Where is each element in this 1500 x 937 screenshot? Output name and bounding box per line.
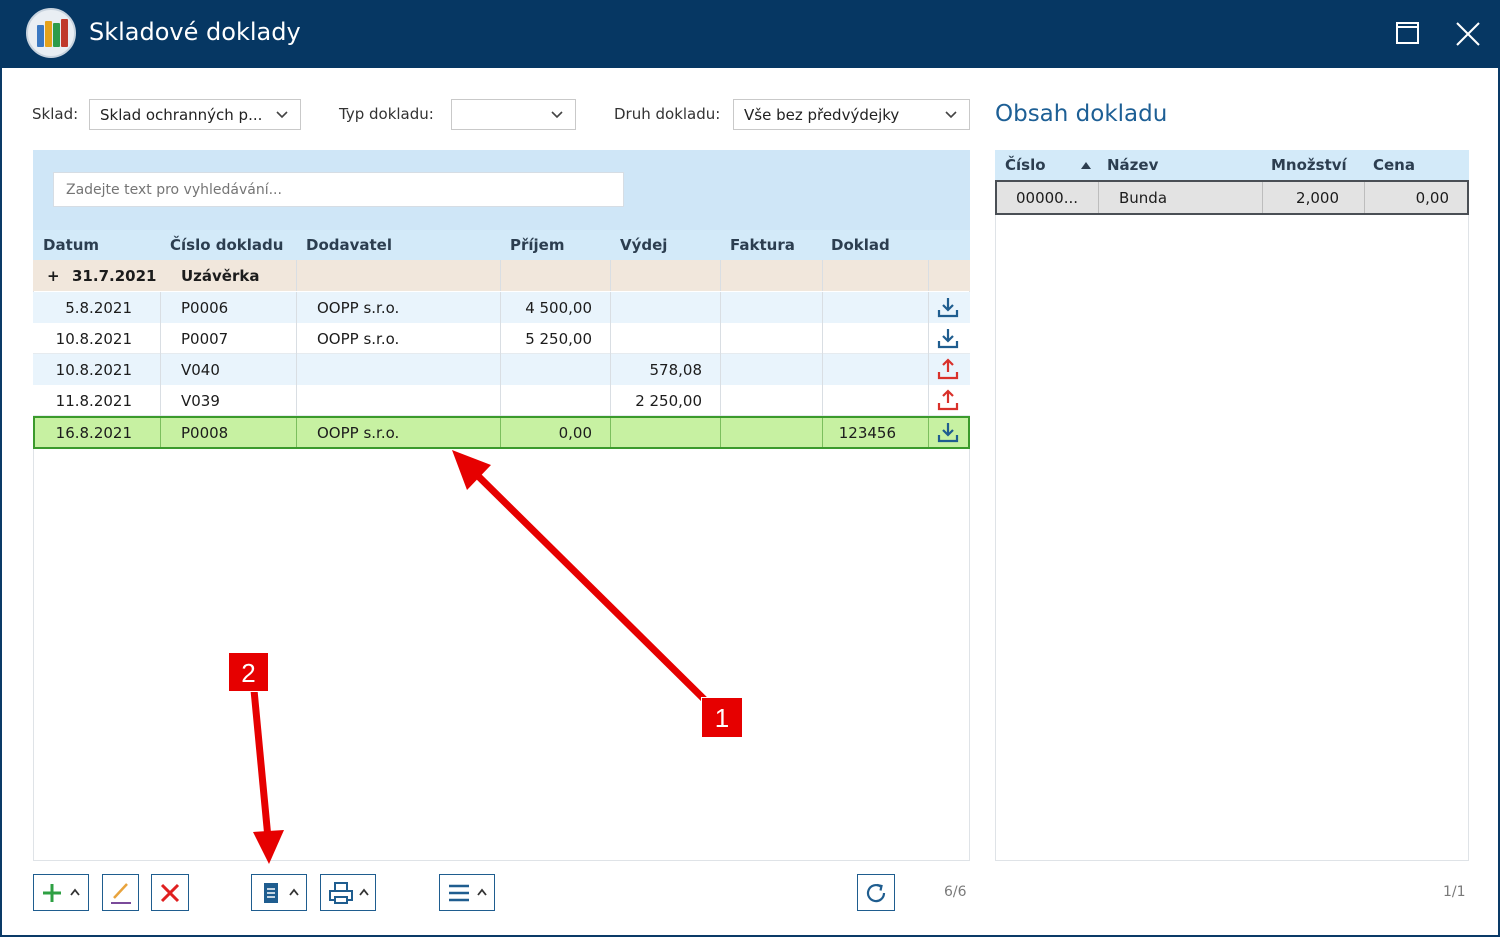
col-cislo-dokladu[interactable]: Číslo dokladu [170,236,283,254]
cell-prijem: 0,00 [558,424,592,442]
cell-datum: 10.8.2021 [55,361,132,379]
cell-mnozstvi: 2,000 [1296,189,1339,207]
cell-datum: 11.8.2021 [55,392,132,410]
maximize-icon[interactable] [1388,14,1428,54]
cell-dodavatel: OOPP s.r.o. [317,424,400,442]
druh-dokladu-value: Vše bez předvýdejky [744,106,900,124]
annotation-badge-1: 1 [701,697,743,738]
app-logo-icon [26,8,76,58]
cell-vydej: 2 250,00 [635,392,702,410]
typ-dokladu-select[interactable] [451,99,576,130]
table-row-selected[interactable]: 16.8.2021 P0008 OOPP s.r.o. 0,00 123456 [33,416,970,449]
typ-dokladu-label: Typ dokladu: [339,105,434,123]
cell-datum: 5.8.2021 [65,299,132,317]
title-bar: Skladové doklady [0,0,1500,68]
group-date: 31.7.2021 [72,267,157,285]
expand-toggle[interactable]: + [47,267,60,285]
col-datum[interactable]: Datum [43,236,99,254]
table-row[interactable]: 5.8.2021 P0006 OOPP s.r.o. 4 500,00 [33,292,970,323]
annotation-badge-2: 2 [228,652,269,692]
print-icon [329,882,353,904]
cell-cislo: P0008 [181,424,229,442]
sort-asc-icon [1081,162,1091,169]
delete-button[interactable] [151,874,189,911]
refresh-button[interactable] [857,874,895,911]
add-icon [43,884,61,902]
col-doklad[interactable]: Doklad [831,236,890,254]
druh-dokladu-label: Druh dokladu: [614,105,721,123]
chevron-down-icon [945,111,957,119]
window-title: Skladové doklady [89,18,301,46]
cell-dodavatel: OOPP s.r.o. [317,299,400,317]
close-icon[interactable] [1448,14,1488,54]
menu-button[interactable] [439,874,495,911]
menu-icon [449,884,469,902]
add-button[interactable] [33,874,89,911]
cell-cena: 0,00 [1415,189,1449,207]
chevron-down-icon [276,111,288,119]
cell-nazev: Bunda [1119,189,1168,207]
documents-grid-header: Datum Číslo dokladu Dodavatel Příjem Výd… [33,230,970,260]
edit-button[interactable] [102,874,139,911]
upload-icon[interactable] [936,388,960,412]
contents-title: Obsah dokladu [995,101,1168,127]
cell-cislo: P0007 [181,330,229,348]
cell-prijem: 5 250,00 [525,330,592,348]
document-button[interactable] [251,874,307,911]
cell-datum: 10.8.2021 [55,330,132,348]
cell-prijem: 4 500,00 [525,299,592,317]
caret-up-icon [70,888,80,896]
contents-counter: 1/1 [1443,884,1466,900]
caret-up-icon [289,888,299,896]
col-mnozstvi[interactable]: Množství [1271,156,1347,174]
print-button[interactable] [320,874,376,911]
sklad-select-value: Sklad ochranných p... [100,106,263,124]
col-nazev[interactable]: Název [1107,156,1158,174]
col-cislo[interactable]: Číslo [1005,156,1046,174]
document-icon [264,883,278,903]
cell-doklad: 123456 [838,424,896,442]
group-label: Uzávěrka [181,267,260,285]
cell-cislo: V040 [181,361,220,379]
table-row[interactable]: 10.8.2021 P0007 OOPP s.r.o. 5 250,00 [33,323,970,354]
caret-up-icon [477,888,487,896]
table-row[interactable]: 11.8.2021 V039 2 250,00 [33,385,970,416]
chevron-down-icon [551,111,563,119]
cell-dodavatel: OOPP s.r.o. [317,330,400,348]
contents-panel [995,150,1469,861]
refresh-icon [866,883,886,903]
cell-datum: 16.8.2021 [55,424,132,442]
upload-icon[interactable] [936,357,960,381]
druh-dokladu-select[interactable]: Vše bez předvýdejky [733,99,970,130]
contents-grid-header: Číslo Název Množství Cena [995,150,1469,180]
col-cena[interactable]: Cena [1373,156,1415,174]
download-icon[interactable] [936,326,960,350]
sklad-select[interactable]: Sklad ochranných p... [89,99,301,130]
contents-row[interactable]: 00000... Bunda 2,000 0,00 [995,180,1469,215]
sklad-label: Sklad: [32,105,79,123]
download-icon[interactable] [936,295,960,319]
download-icon[interactable] [936,420,960,444]
delete-icon [160,883,180,903]
cell-cislo: P0006 [181,299,229,317]
caret-up-icon [359,888,369,896]
cell-cislo: 00000... [1016,189,1079,207]
edit-icon [111,883,131,904]
col-dodavatel[interactable]: Dodavatel [306,236,392,254]
documents-counter: 6/6 [944,884,967,900]
cell-vydej: 578,08 [649,361,703,379]
col-vydej[interactable]: Výdej [620,236,667,254]
cell-cislo: V039 [181,392,220,410]
col-faktura[interactable]: Faktura [730,236,795,254]
col-prijem[interactable]: Příjem [510,236,564,254]
table-row[interactable]: 10.8.2021 V040 578,08 [33,354,970,385]
group-row[interactable]: + 31.7.2021 Uzávěrka [33,260,970,291]
search-input[interactable] [53,172,624,207]
